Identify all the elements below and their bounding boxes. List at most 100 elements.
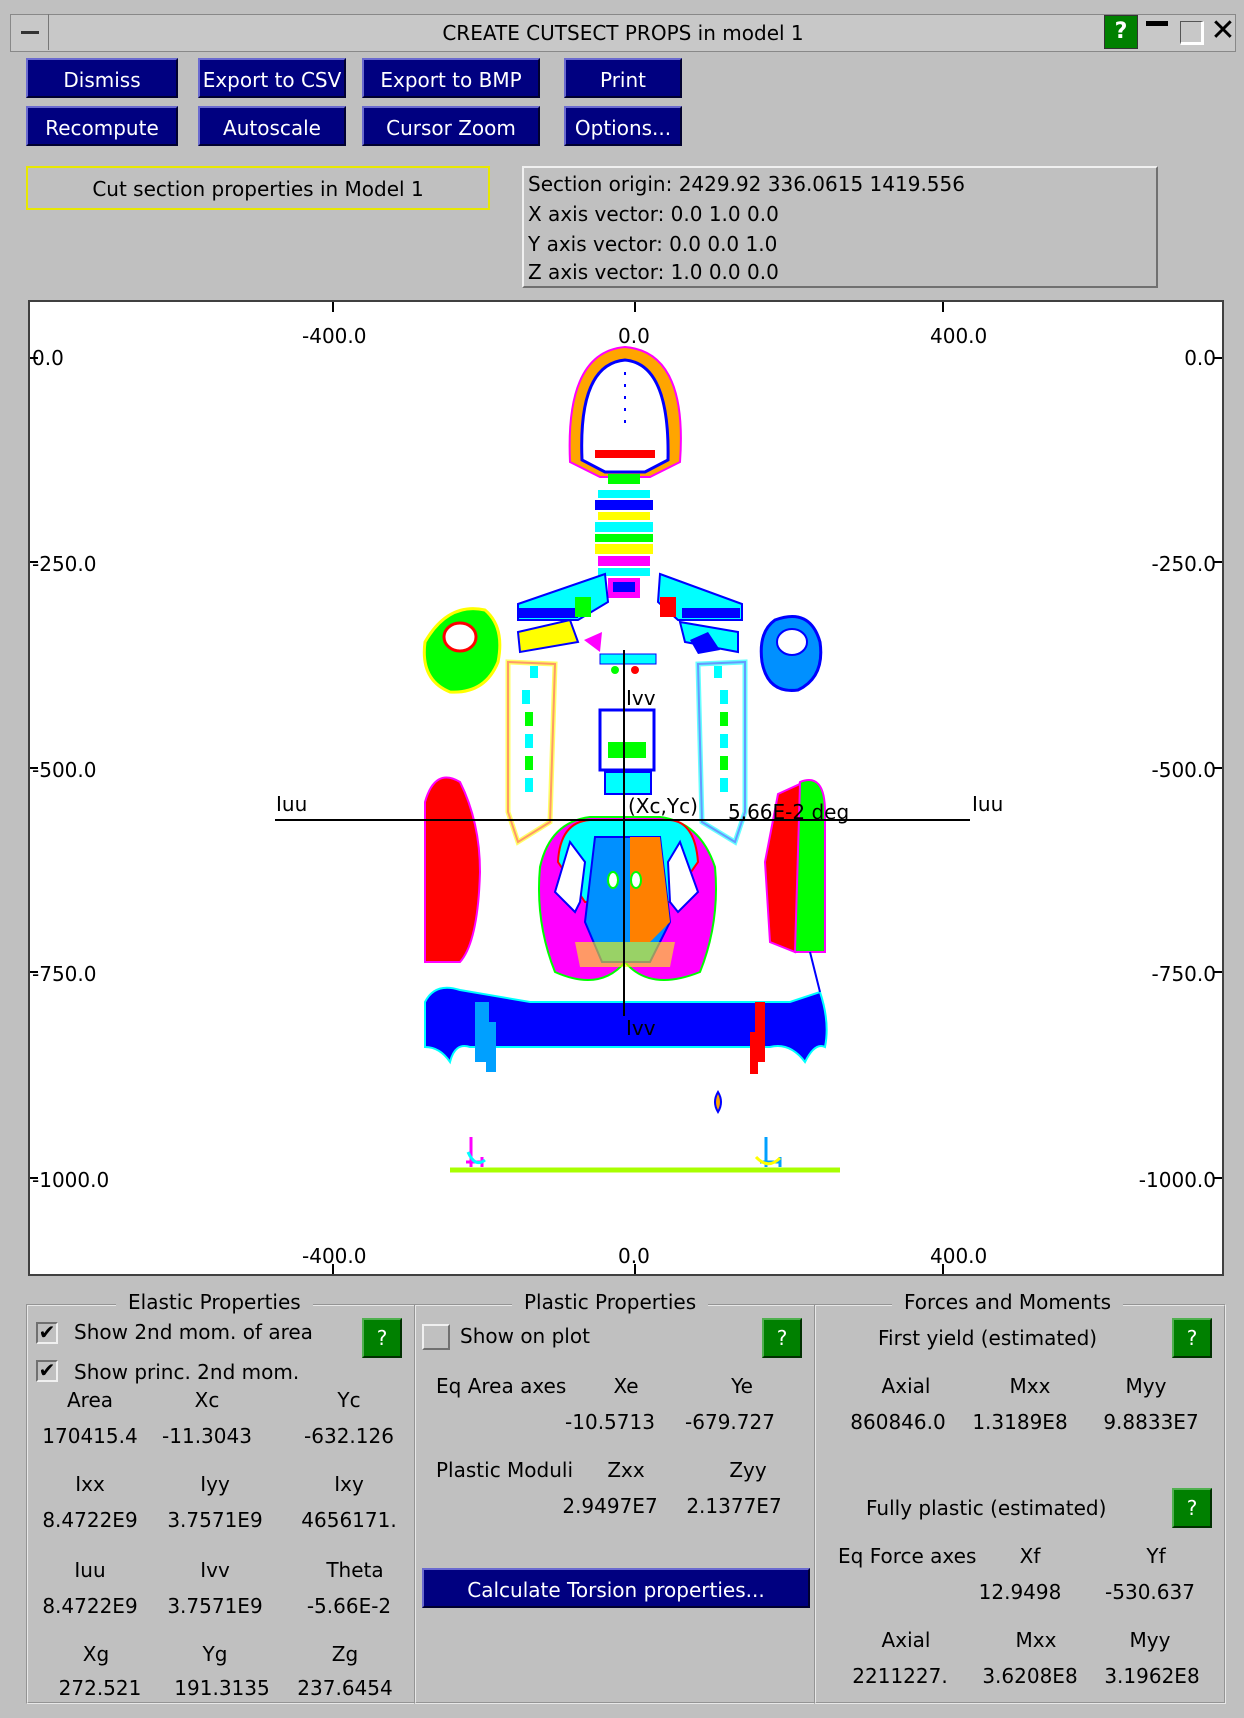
xf-value: 12.9498: [978, 1580, 1062, 1604]
help-icon[interactable]: ?: [1104, 15, 1138, 49]
area-header: Area: [66, 1388, 114, 1412]
yg-header: Yg: [202, 1642, 228, 1666]
eq-force-axes-label: Eq Force axes: [838, 1544, 977, 1568]
section-origin: Section origin: 2429.92 336.0615 1419.55…: [528, 172, 965, 196]
iuu-axis-label-right: Iuu: [972, 792, 1004, 816]
minimize-icon[interactable]: [1140, 15, 1174, 49]
fy-axial-value: 860846.0: [850, 1410, 946, 1434]
show-princ-mom-label: Show princ. 2nd mom.: [74, 1360, 300, 1384]
fy-mxx-value: 1.3189E8: [972, 1410, 1068, 1434]
xg-value: 272.521: [58, 1676, 142, 1700]
fully-plastic-help-button[interactable]: ?: [1172, 1488, 1212, 1528]
xf-header: Xf: [1019, 1544, 1041, 1568]
ye-header: Ye: [731, 1374, 753, 1398]
calculate-torsion-button[interactable]: Calculate Torsion properties...: [422, 1568, 810, 1608]
ivv-axis-label-bottom: Ivv: [626, 1016, 656, 1040]
fy-axial-header: Axial: [881, 1374, 931, 1398]
fy-mxx-header: Mxx: [1009, 1374, 1051, 1398]
iyy-header: Iyy: [200, 1472, 230, 1496]
show-princ-mom-checkbox[interactable]: ✔: [36, 1360, 58, 1382]
upper-arm-sections: [422, 607, 823, 694]
cursor-zoom-button[interactable]: Cursor Zoom: [362, 106, 540, 146]
plot-area[interactable]: -400.0 0.0 400.0 -400.0 0.0 400.0 0.0 -2…: [28, 300, 1224, 1276]
show-2nd-mom-checkbox[interactable]: ✔: [36, 1322, 58, 1344]
show-2nd-mom-label: Show 2nd mom. of area: [74, 1320, 313, 1344]
ivv-value: 3.7571E9: [167, 1594, 263, 1618]
window-menu-icon[interactable]: [12, 14, 49, 50]
xe-value: -10.5713: [565, 1410, 655, 1434]
section-info-panel: Section origin: 2429.92 336.0615 1419.55…: [522, 166, 1158, 288]
autoscale-button[interactable]: Autoscale: [198, 106, 346, 146]
thigh-section: [424, 951, 828, 1074]
zg-header: Zg: [331, 1642, 359, 1666]
show-on-plot-label: Show on plot: [460, 1324, 590, 1348]
plastic-properties-title: Plastic Properties: [512, 1290, 709, 1314]
ixy-value: 4656171.: [301, 1508, 397, 1532]
fp-myy-value: 3.1962E8: [1104, 1664, 1200, 1688]
angle-label: 5.66E-2 deg: [728, 800, 850, 824]
elastic-help-button[interactable]: ?: [362, 1318, 402, 1358]
x-axis-vector: X axis vector: 0.0 1.0 0.0: [528, 202, 779, 226]
ivv-header: Ivv: [200, 1558, 230, 1582]
first-yield-label: First yield (estimated): [878, 1326, 1098, 1350]
fp-axial-value: 2211227.: [852, 1664, 948, 1688]
model-label: Cut section properties in Model 1: [26, 166, 490, 210]
yc-value: -632.126: [304, 1424, 394, 1448]
xg-header: Xg: [82, 1642, 110, 1666]
centroid-label: (Xc,Yc): [628, 794, 698, 818]
fy-myy-value: 9.8833E7: [1103, 1410, 1199, 1434]
head-section: [568, 345, 682, 484]
elastic-properties-title: Elastic Properties: [116, 1290, 313, 1314]
title-bar: CREATE CUTSECT PROPS in model 1: [10, 14, 1236, 52]
cut-section-drawing: [30, 302, 1222, 1274]
dismiss-button[interactable]: Dismiss: [26, 58, 178, 98]
export-csv-button[interactable]: Export to CSV: [198, 58, 346, 98]
ivv-axis-label-top: Ivv: [626, 686, 656, 710]
plastic-moduli-label: Plastic Moduli: [436, 1458, 574, 1482]
yf-header: Yf: [1146, 1544, 1166, 1568]
yg-value: 191.3135: [174, 1676, 270, 1700]
area-value: 170415.4: [42, 1424, 138, 1448]
fy-myy-header: Myy: [1125, 1374, 1167, 1398]
pelvis-section: [538, 708, 717, 981]
options-button[interactable]: Options...: [564, 106, 682, 146]
ixx-value: 8.4722E9: [42, 1508, 138, 1532]
zxx-value: 2.9497E7: [562, 1494, 658, 1518]
window-title: CREATE CUTSECT PROPS in model 1: [442, 21, 804, 45]
fp-mxx-header: Mxx: [1015, 1628, 1057, 1652]
maximize-icon[interactable]: [1174, 15, 1208, 49]
fp-mxx-value: 3.6208E8: [982, 1664, 1078, 1688]
close-icon[interactable]: ✕: [1206, 15, 1240, 49]
forces-moments-title: Forces and Moments: [892, 1290, 1124, 1314]
theta-value: -5.66E-2: [306, 1594, 392, 1618]
xc-header: Xc: [194, 1388, 220, 1412]
yc-header: Yc: [337, 1388, 361, 1412]
export-bmp-button[interactable]: Export to BMP: [362, 58, 540, 98]
xe-header: Xe: [613, 1374, 639, 1398]
zxx-header: Zxx: [607, 1458, 645, 1482]
zyy-header: Zyy: [729, 1458, 767, 1482]
xc-value: -11.3043: [162, 1424, 252, 1448]
zg-value: 237.6454: [297, 1676, 393, 1700]
show-on-plot-toggle[interactable]: [422, 1324, 450, 1350]
y-axis-vector: Y axis vector: 0.0 0.0 1.0: [528, 232, 778, 256]
iyy-value: 3.7571E9: [167, 1508, 263, 1532]
ye-value: -679.727: [685, 1410, 775, 1434]
z-axis-vector: Z axis vector: 1.0 0.0 0.0: [528, 260, 779, 284]
iuu-value: 8.4722E9: [42, 1594, 138, 1618]
ixy-header: Ixy: [334, 1472, 364, 1496]
iuu-header: Iuu: [74, 1558, 106, 1582]
fp-myy-header: Myy: [1129, 1628, 1171, 1652]
ixx-header: Ixx: [75, 1472, 105, 1496]
yf-value: -530.637: [1105, 1580, 1195, 1604]
fp-axial-header: Axial: [881, 1628, 931, 1652]
print-button[interactable]: Print: [564, 58, 682, 98]
plastic-help-button[interactable]: ?: [762, 1318, 802, 1358]
fully-plastic-label: Fully plastic (estimated): [866, 1496, 1107, 1520]
zyy-value: 2.1377E7: [686, 1494, 782, 1518]
recompute-button[interactable]: Recompute: [26, 106, 178, 146]
iuu-axis-label-left: Iuu: [276, 792, 308, 816]
theta-header: Theta: [326, 1558, 384, 1582]
first-yield-help-button[interactable]: ?: [1172, 1318, 1212, 1358]
eq-area-axes-label: Eq Area axes: [436, 1374, 567, 1398]
